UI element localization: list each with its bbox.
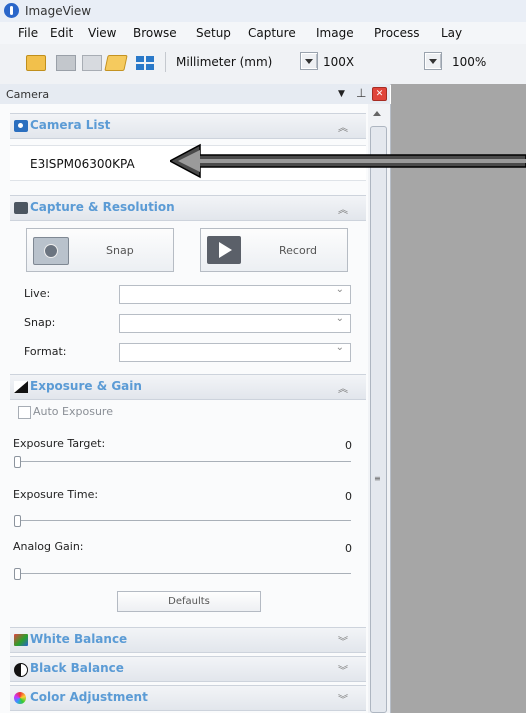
magnification-value[interactable]: 100X <box>323 55 354 69</box>
format-label: Format: <box>24 345 67 358</box>
expand-icon[interactable]: ︾ <box>338 691 348 706</box>
expand-icon[interactable]: ︾ <box>338 633 348 648</box>
unit-label: Millimeter (mm) <box>176 55 273 69</box>
exposure-time-slider[interactable] <box>14 515 21 527</box>
white-balance-title: White Balance <box>30 632 128 646</box>
chevron-down-icon <box>426 54 441 68</box>
collapse-icon[interactable]: ︽ <box>338 201 348 216</box>
scroll-up-arrow[interactable] <box>373 111 381 116</box>
collapse-icon[interactable]: ︽ <box>338 119 348 134</box>
open-folder-icon[interactable] <box>104 55 128 71</box>
color-wheel-icon <box>14 692 26 704</box>
menu-process[interactable]: Process <box>374 26 420 40</box>
exposure-gain-title: Exposure & Gain <box>30 379 142 393</box>
exposure-icon <box>14 381 28 393</box>
record-button-label: Record <box>279 244 318 257</box>
exposure-time-track <box>16 520 351 521</box>
menu-setup[interactable]: Setup <box>196 26 231 40</box>
color-adjustment-title: Color Adjustment <box>30 690 148 704</box>
snap-label: Snap: <box>24 316 56 329</box>
exposure-time-label: Exposure Time: <box>13 488 99 501</box>
save-icon[interactable] <box>56 55 76 71</box>
unit-dropdown[interactable] <box>300 52 318 70</box>
pin-icon[interactable]: ⊥ <box>356 86 366 100</box>
save-all-icon[interactable] <box>82 55 102 71</box>
camera-icon <box>14 120 28 132</box>
snap-button-label: Snap <box>106 244 134 257</box>
exposure-time-value: 0 <box>345 490 352 503</box>
scroll-thumb[interactable] <box>370 126 387 713</box>
black-balance-title: Black Balance <box>30 661 124 675</box>
chevron-down-icon[interactable]: ▼ <box>338 89 345 99</box>
app-icon <box>4 3 19 18</box>
black-balance-icon <box>14 663 28 677</box>
grid-icon[interactable] <box>135 55 155 71</box>
zoom-value[interactable]: 100% <box>452 55 486 69</box>
auto-exposure-checkbox[interactable] <box>18 406 31 419</box>
toolbar-separator <box>165 52 166 72</box>
defaults-button[interactable]: Defaults <box>117 591 261 612</box>
menu-browse[interactable]: Browse <box>133 26 177 40</box>
collapse-icon[interactable]: ︽ <box>338 380 348 395</box>
live-label: Live: <box>24 287 51 300</box>
camera-name: E3ISPM06300KPA <box>30 157 135 171</box>
snap-camera-icon <box>33 237 69 265</box>
exposure-target-track <box>16 461 351 462</box>
menu-layout[interactable]: Lay <box>441 26 471 40</box>
exposure-target-slider[interactable] <box>14 456 21 468</box>
record-icon <box>207 236 241 264</box>
app-title: ImageView <box>25 4 92 18</box>
camera-dock-title: Camera <box>6 88 50 101</box>
folder-icon[interactable] <box>26 55 46 71</box>
camera-dock-header <box>0 84 390 105</box>
analog-gain-track <box>16 573 351 574</box>
close-icon[interactable]: ✕ <box>372 87 387 101</box>
exposure-target-value: 0 <box>345 439 352 452</box>
white-balance-icon <box>14 634 28 646</box>
scroll-grip-icon: ≡ <box>374 474 381 483</box>
expand-icon[interactable]: ︾ <box>338 662 348 677</box>
exposure-target-label: Exposure Target: <box>13 437 106 450</box>
auto-exposure-label: Auto Exposure <box>33 405 113 418</box>
menu-capture[interactable]: Capture <box>248 26 296 40</box>
menu-view[interactable]: View <box>88 26 116 40</box>
analog-gain-value: 0 <box>345 542 352 555</box>
menu-edit[interactable]: Edit <box>50 26 73 40</box>
format-select[interactable] <box>119 342 351 362</box>
arrow-annotation <box>170 143 526 179</box>
snap-resolution-select[interactable] <box>119 313 351 333</box>
menu-image[interactable]: Image <box>316 26 354 40</box>
menu-file[interactable]: File <box>18 26 38 40</box>
capture-resolution-title: Capture & Resolution <box>30 200 175 214</box>
chevron-down-icon <box>302 54 317 68</box>
live-resolution-select[interactable] <box>119 284 351 304</box>
capture-icon <box>14 202 28 214</box>
analog-gain-label: Analog Gain: <box>13 540 84 553</box>
analog-gain-slider[interactable] <box>14 568 21 580</box>
camera-list-title: Camera List <box>30 118 111 132</box>
zoom-dropdown[interactable] <box>424 52 442 70</box>
